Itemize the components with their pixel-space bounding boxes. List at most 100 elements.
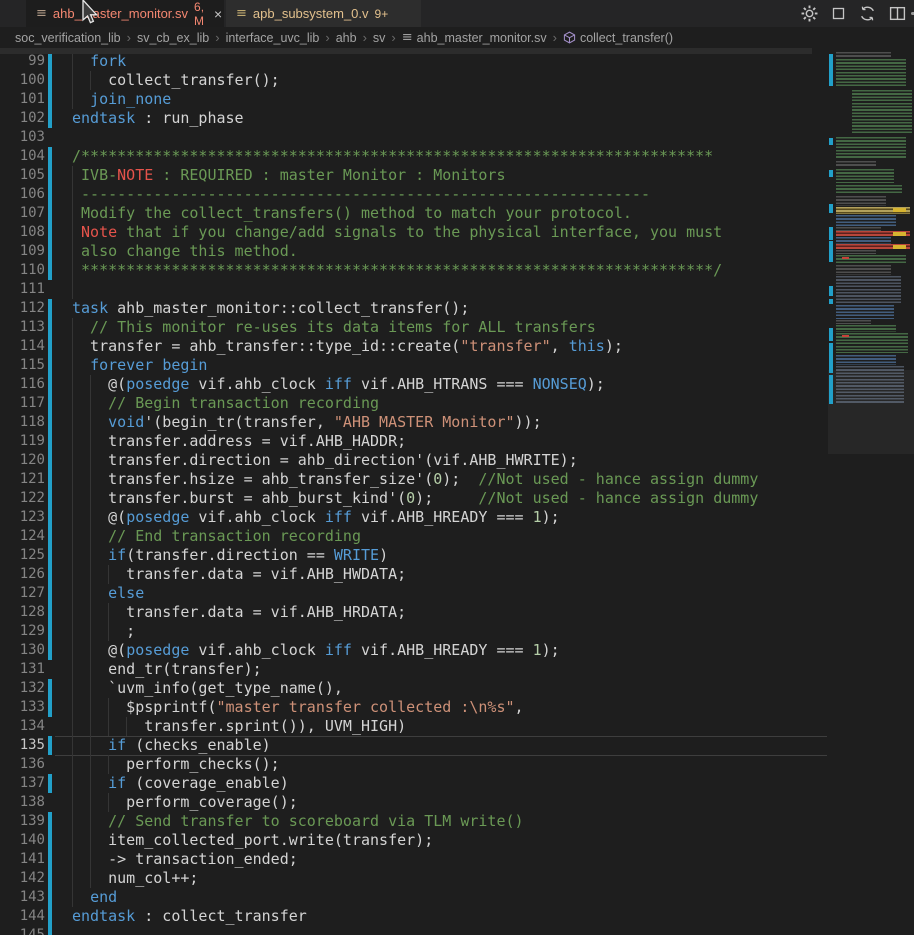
code-text: transfer.direction = ahb_direction'(vif.… <box>72 451 578 470</box>
gutter-modified-bar <box>48 204 52 223</box>
code-line[interactable]: 126 transfer.data = vif.AHB_HWDATA; <box>0 565 828 584</box>
code-text: void'(begin_tr(transfer, "AHB MASTER Mon… <box>72 413 542 432</box>
code-line[interactable]: 109 also change this method. <box>0 242 828 261</box>
line-number: 139 <box>0 812 45 831</box>
code-line[interactable]: 120 transfer.direction = ahb_direction'(… <box>0 451 828 470</box>
code-editor[interactable]: 99 fork100 collect_transfer();101 join_n… <box>0 0 828 935</box>
code-line[interactable]: 129 ; <box>0 622 828 641</box>
code-line[interactable]: 110 ************************************… <box>0 261 828 280</box>
line-number: 134 <box>0 717 45 736</box>
code-line[interactable]: 139 // Send transfer to scoreboard via T… <box>0 812 828 831</box>
code-text: endtask : run_phase <box>72 109 244 128</box>
code-line[interactable]: 134 transfer.sprint()), UVM_HIGH) <box>0 717 828 736</box>
code-line[interactable]: 102 endtask : run_phase <box>0 109 828 128</box>
code-text: IVB-NOTE : REQUIRED : master Monitor : M… <box>72 166 505 185</box>
code-line[interactable]: 130 @(posedge vif.ahb_clock iff vif.AHB_… <box>0 641 828 660</box>
code-line[interactable]: 144 endtask : collect_transfer <box>0 907 828 926</box>
code-text: // End transaction recording <box>72 527 361 546</box>
code-text: perform_coverage(); <box>72 793 298 812</box>
code-line[interactable]: 123 @(posedge vif.ahb_clock iff vif.AHB_… <box>0 508 828 527</box>
code-line[interactable]: 101 join_none <box>0 90 828 109</box>
code-line[interactable]: 118 void'(begin_tr(transfer, "AHB MASTER… <box>0 413 828 432</box>
scroll-shadow <box>0 48 812 54</box>
code-line[interactable]: 125 if(transfer.direction == WRITE) <box>0 546 828 565</box>
code-line[interactable]: 114 transfer = ahb_transfer::type_id::cr… <box>0 337 828 356</box>
code-text: $psprintf("master transfer collected :\n… <box>72 698 524 717</box>
code-line[interactable]: 143 end <box>0 888 828 907</box>
line-number: 106 <box>0 185 45 204</box>
code-line[interactable]: 132 `uvm_info(get_type_name(), <box>0 679 828 698</box>
line-number: 119 <box>0 432 45 451</box>
code-text: // Send transfer to scoreboard via TLM w… <box>72 812 524 831</box>
code-line[interactable]: 135 if (checks_enable) <box>0 736 828 755</box>
code-line[interactable]: 107 Modify the collect_transfers() metho… <box>0 204 828 223</box>
code-line[interactable]: 99 fork <box>0 52 828 71</box>
gutter-modified-bar <box>48 242 52 261</box>
line-number: 125 <box>0 546 45 565</box>
gutter-modified-bar <box>48 375 52 394</box>
code-text: also change this method. <box>72 242 298 261</box>
code-line[interactable]: 145 <box>0 926 828 935</box>
minimap-code-block <box>836 355 896 365</box>
code-line[interactable]: 113 // This monitor re-uses its data ite… <box>0 318 828 337</box>
line-number: 101 <box>0 90 45 109</box>
code-line[interactable]: 117 // Begin transaction recording <box>0 394 828 413</box>
code-line[interactable]: 140 item_collected_port.write(transfer); <box>0 831 828 850</box>
code-line[interactable]: 106 ------------------------------------… <box>0 185 828 204</box>
code-line[interactable]: 136 perform_checks(); <box>0 755 828 774</box>
minimap-code-block <box>836 237 891 244</box>
gutter-modified-bar <box>48 508 52 527</box>
gutter-modified-bar <box>48 356 52 375</box>
code-text: join_none <box>72 90 171 109</box>
code-line[interactable]: 119 transfer.address = vif.AHB_HADDR; <box>0 432 828 451</box>
code-line[interactable]: 116 @(posedge vif.ahb_clock iff vif.AHB_… <box>0 375 828 394</box>
gutter-modified-bar <box>48 603 52 622</box>
gutter-modified-bar <box>48 584 52 603</box>
code-text: transfer = ahb_transfer::type_id::create… <box>72 337 623 356</box>
square-icon[interactable] <box>831 6 846 21</box>
code-line[interactable]: 111 <box>0 280 828 299</box>
line-number: 105 <box>0 166 45 185</box>
code-line[interactable]: 142 num_col++; <box>0 869 828 888</box>
minimap-code-block <box>852 90 912 134</box>
line-number: 110 <box>0 261 45 280</box>
code-line[interactable]: 128 transfer.data = vif.AHB_HRDATA; <box>0 603 828 622</box>
code-line[interactable]: 127 else <box>0 584 828 603</box>
code-line[interactable]: 104/************************************… <box>0 147 828 166</box>
code-line[interactable]: 131 end_tr(transfer); <box>0 660 828 679</box>
code-line[interactable]: 121 transfer.hsize = ahb_transfer_size'(… <box>0 470 828 489</box>
gutter-modified-bar <box>48 736 52 755</box>
minimap[interactable] <box>828 48 914 935</box>
code-text: if (checks_enable) <box>72 736 271 755</box>
code-line[interactable]: 138 perform_coverage(); <box>0 793 828 812</box>
minimap-modified-bar <box>829 241 833 262</box>
gutter-modified-bar <box>48 413 52 432</box>
code-line[interactable]: 124 // End transaction recording <box>0 527 828 546</box>
gutter-modified-bar <box>48 52 52 71</box>
code-line[interactable]: 112task ahb_master_monitor::collect_tran… <box>0 299 828 318</box>
line-number: 102 <box>0 109 45 128</box>
gutter-modified-bar <box>48 869 52 888</box>
minimap-modified-bar <box>829 138 833 145</box>
code-line[interactable]: 105 IVB-NOTE : REQUIRED : master Monitor… <box>0 166 828 185</box>
line-number: 131 <box>0 660 45 679</box>
gutter-modified-bar <box>48 394 52 413</box>
code-line[interactable]: 141 -> transaction_ended; <box>0 850 828 869</box>
minimap-code-block <box>836 276 901 304</box>
minimap-modified-bar <box>829 299 833 304</box>
line-number: 144 <box>0 907 45 926</box>
code-line[interactable]: 137 if (coverage_enable) <box>0 774 828 793</box>
code-text: transfer.data = vif.AHB_HWDATA; <box>72 565 406 584</box>
code-text: endtask : collect_transfer <box>72 907 307 926</box>
line-number: 111 <box>0 280 45 299</box>
code-line[interactable]: 133 $psprintf("master transfer collected… <box>0 698 828 717</box>
code-line[interactable]: 115 forever begin <box>0 356 828 375</box>
code-line[interactable]: 122 transfer.burst = ahb_burst_kind'(0);… <box>0 489 828 508</box>
sync-changes-icon[interactable] <box>859 5 876 22</box>
code-line[interactable]: 108 Note that if you change/add signals … <box>0 223 828 242</box>
code-line[interactable]: 103 <box>0 128 828 147</box>
minimap-modified-bar <box>829 343 833 373</box>
code-text: collect_transfer(); <box>72 71 280 90</box>
split-editor-icon[interactable] <box>889 5 906 22</box>
code-line[interactable]: 100 collect_transfer(); <box>0 71 828 90</box>
